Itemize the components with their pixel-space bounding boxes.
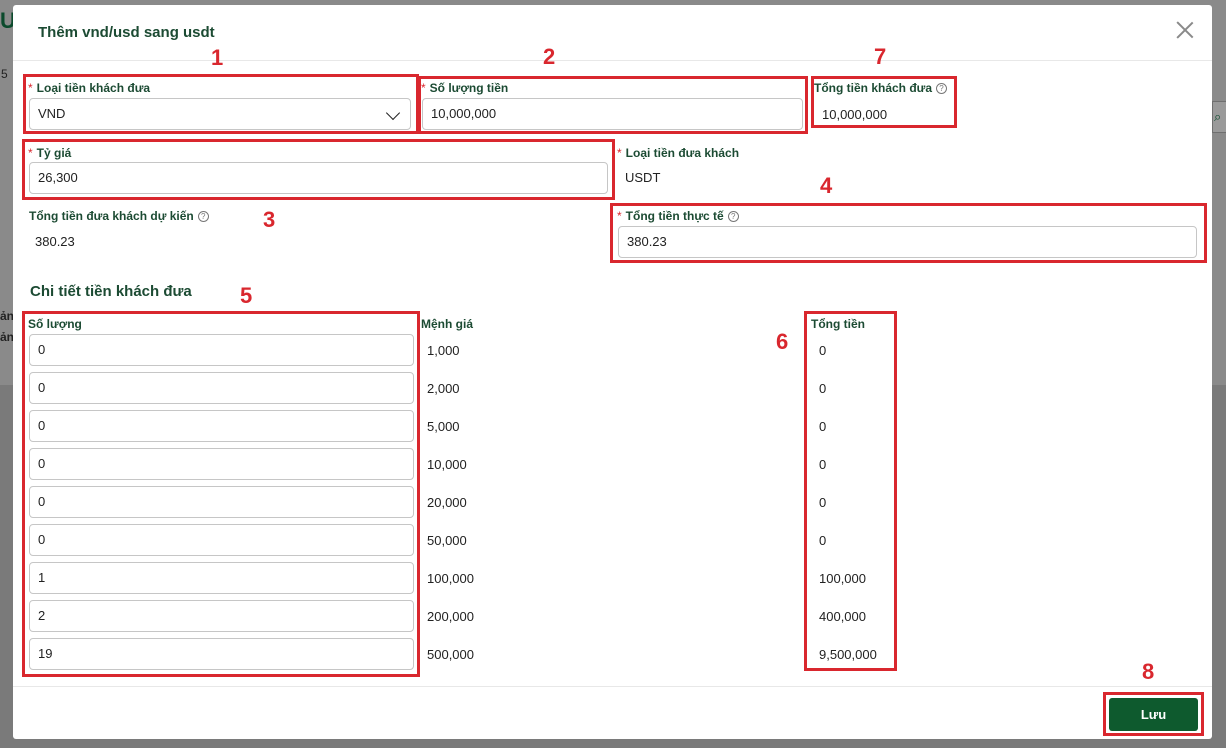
annotation-box-5 — [22, 311, 420, 677]
expected-total-value: 380.23 — [35, 234, 75, 249]
modal-header: Thêm vnd/usd sang usdt — [13, 5, 1212, 61]
annotation-number: 5 — [240, 283, 253, 308]
denomination-value: 1,000 — [427, 343, 460, 358]
denomination-value: 5,000 — [427, 419, 460, 434]
search-icon: ⌕ — [1214, 109, 1222, 124]
annotation-box-1 — [23, 74, 419, 134]
denomination-value: 100,000 — [427, 571, 474, 586]
annotation-box-3 — [22, 139, 615, 200]
details-section-title: Chi tiết tiền khách đưa — [30, 283, 192, 300]
denomination-value: 50,000 — [427, 533, 467, 548]
background-search-fragment: ⌕ — [1212, 101, 1226, 133]
annotation-number: 1 — [211, 45, 224, 70]
denomination-value: 500,000 — [427, 647, 474, 662]
annotation-number: 6 — [776, 329, 789, 354]
expected-total-label: Tổng tiền đưa khách dự kiến? — [29, 209, 209, 223]
denomination-value: 2,000 — [427, 381, 460, 396]
modal-title: Thêm vnd/usd sang usdt — [38, 24, 215, 41]
annotation-number: 3 — [263, 207, 276, 232]
currency-out-value: USDT — [625, 170, 661, 185]
currency-out-label-text: Loại tiền đưa khách — [625, 146, 740, 160]
help-icon[interactable]: ? — [197, 211, 209, 222]
close-icon[interactable] — [1176, 21, 1194, 39]
annotation-number: 8 — [1142, 659, 1155, 684]
denomination-value: 200,000 — [427, 609, 474, 624]
annotation-box-4 — [610, 203, 1207, 263]
currency-out-label: * Loại tiền đưa khách — [617, 146, 739, 160]
modal-footer: Lưu — [13, 686, 1212, 739]
denomination-column-header: Mệnh giá — [421, 317, 474, 331]
annotation-box-6 — [804, 311, 897, 671]
background-number-fragment: 5 — [1, 67, 8, 81]
denomination-value: 20,000 — [427, 495, 467, 510]
background-row-fragment: ản — [0, 309, 15, 323]
annotation-box-8 — [1103, 692, 1204, 736]
annotation-number: 4 — [820, 173, 833, 198]
required-marker: * — [617, 146, 622, 160]
background-row-fragment: ản — [0, 330, 15, 344]
denomination-value: 10,000 — [427, 457, 467, 472]
expected-total-label-text: Tổng tiền đưa khách dự kiến — [29, 209, 194, 223]
annotation-box-7 — [811, 76, 957, 128]
annotation-number: 7 — [874, 44, 887, 69]
annotation-number: 2 — [543, 44, 556, 69]
annotation-box-2 — [418, 76, 808, 134]
